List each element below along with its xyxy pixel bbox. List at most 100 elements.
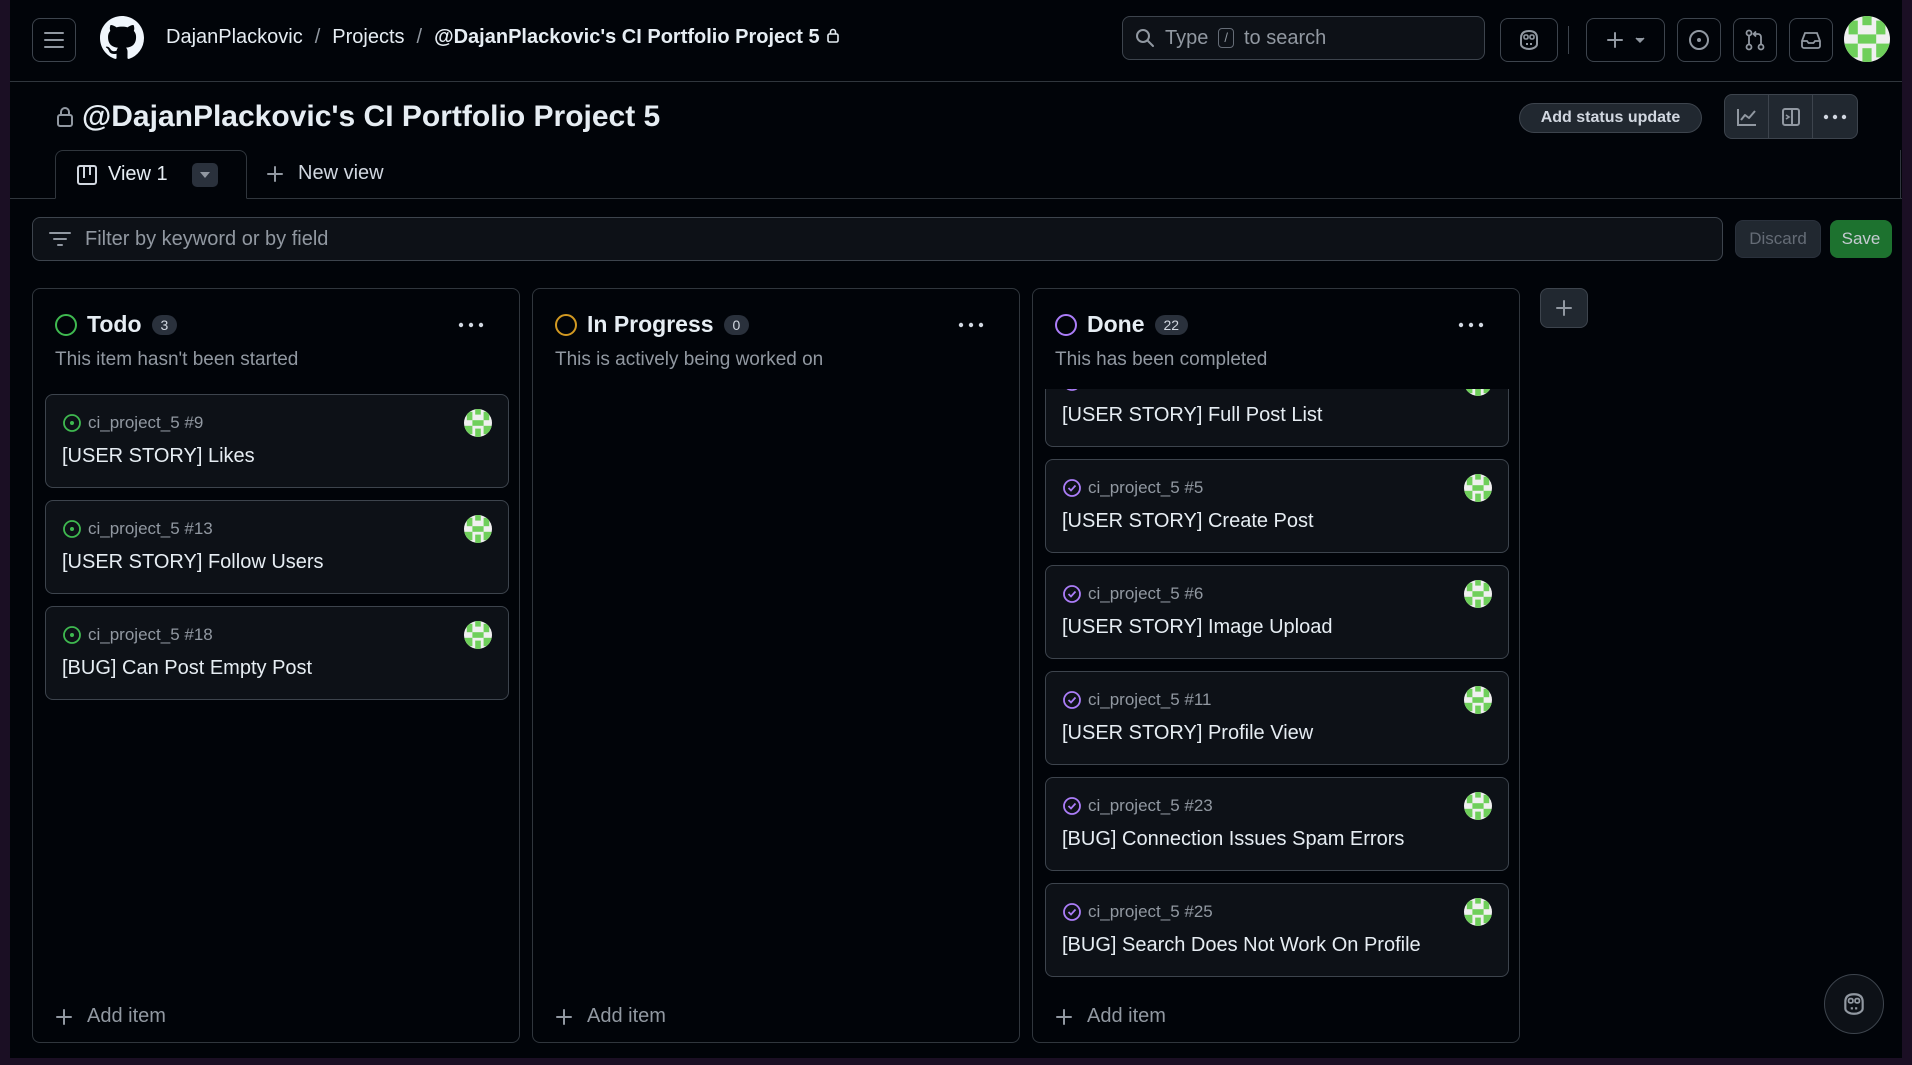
card-title[interactable]: [USER STORY] Create Post	[1062, 510, 1314, 533]
card-title[interactable]: [BUG] Search Does Not Work On Profile	[1062, 934, 1421, 957]
lock-icon	[57, 107, 73, 127]
column-todo: Todo 3 This item hasn't been started ci_…	[32, 288, 520, 1043]
issue-closed-icon	[1063, 903, 1081, 921]
issue-opened-icon	[63, 520, 81, 538]
breadcrumb-separator: /	[314, 26, 321, 48]
card-title[interactable]: [BUG] Connection Issues Spam Errors	[1062, 828, 1404, 851]
card-ref: ci_project_5 #18	[88, 625, 213, 644]
issue-closed-icon	[1063, 479, 1081, 497]
copilot-chat-button[interactable]	[1824, 974, 1884, 1034]
column-menu-button[interactable]	[453, 313, 489, 337]
column-title: Done 22	[1055, 311, 1189, 338]
pull-requests-button[interactable]	[1733, 18, 1777, 62]
card-title[interactable]: [USER STORY] Profile View	[1062, 722, 1313, 745]
item-card[interactable]: ci_project_5 #18 [BUG] Can Post Empty Po…	[45, 606, 509, 700]
create-new-button[interactable]	[1586, 18, 1665, 62]
item-card[interactable]: ci_project_5 #13 [USER STORY] Follow Use…	[45, 500, 509, 594]
status-ring-icon	[1055, 313, 1077, 336]
more-options-button[interactable]	[1813, 95, 1857, 138]
filter-icon	[49, 232, 71, 246]
add-status-update-button[interactable]: Add status update	[1519, 103, 1702, 133]
issue-closed-icon	[1066, 389, 1078, 391]
item-card[interactable]: [USER STORY] Full Post List	[1045, 389, 1509, 447]
assignee-avatar[interactable]	[1464, 474, 1492, 502]
insights-button[interactable]	[1725, 95, 1769, 138]
card-ref: ci_project_5 #23	[1088, 796, 1213, 815]
card-title[interactable]: [USER STORY] Follow Users	[62, 551, 324, 574]
assignee-avatar[interactable]	[464, 515, 492, 543]
user-avatar[interactable]	[1844, 16, 1890, 62]
identicon-avatar	[464, 409, 492, 437]
item-card[interactable]: ci_project_5 #6 [USER STORY] Image Uploa…	[1045, 565, 1509, 659]
card-meta: ci_project_5 #6	[1062, 584, 1203, 604]
tabs-divider	[10, 198, 1902, 199]
inbox-button[interactable]	[1789, 18, 1833, 62]
add-item-button[interactable]: Add item	[555, 1005, 666, 1028]
identicon-avatar	[1464, 389, 1492, 396]
assignee-avatar[interactable]	[464, 621, 492, 649]
assignee-avatar[interactable]	[1464, 580, 1492, 608]
search-shortcut-key: /	[1218, 28, 1234, 48]
filter-input[interactable]: Filter by keyword or by field	[32, 217, 1723, 261]
view-options-button[interactable]	[191, 162, 218, 187]
plus-icon	[267, 165, 283, 182]
card-meta: ci_project_5 #11	[1062, 690, 1212, 710]
side-panel-button[interactable]	[1769, 95, 1813, 138]
lock-icon	[826, 28, 839, 43]
card-title[interactable]: [BUG] Can Post Empty Post	[62, 657, 312, 680]
column-header: Done 22 This has been completed	[1033, 289, 1519, 389]
copilot-icon	[1844, 993, 1864, 1015]
status-ring-icon	[555, 313, 577, 336]
plus-icon	[1056, 1008, 1072, 1025]
column-name: In Progress	[587, 311, 714, 337]
breadcrumb-projects[interactable]: Projects	[332, 26, 404, 49]
global-header: DajanPlackovic / Projects / @DajanPlacko…	[10, 0, 1902, 82]
assignee-avatar[interactable]	[1464, 389, 1492, 396]
column-in-progress: In Progress 0 This is actively being wor…	[532, 288, 1020, 1043]
add-item-label: Add item	[87, 1005, 166, 1027]
item-card[interactable]: ci_project_5 #23 [BUG] Connection Issues…	[1045, 777, 1509, 871]
save-button[interactable]: Save	[1830, 220, 1892, 258]
issues-button[interactable]	[1677, 18, 1721, 62]
column-menu-button[interactable]	[1453, 313, 1489, 337]
add-item-button[interactable]: Add item	[1055, 1005, 1166, 1028]
column-description: This has been completed	[1055, 349, 1268, 370]
add-item-button[interactable]: Add item	[55, 1005, 166, 1028]
search-icon	[1136, 29, 1154, 47]
identicon-avatar	[464, 621, 492, 649]
add-column-button[interactable]	[1540, 288, 1588, 328]
card-ref: ci_project_5 #11	[1088, 690, 1212, 709]
column-done: Done 22 This has been completed [USER ST…	[1032, 288, 1520, 1043]
item-card[interactable]: ci_project_5 #25 [BUG] Search Does Not W…	[1045, 883, 1509, 977]
plus-icon	[1606, 32, 1623, 48]
breadcrumb-separator: /	[416, 26, 423, 48]
breadcrumb-project[interactable]: @DajanPlackovic's CI Portfolio Project 5	[434, 26, 840, 49]
new-view-button[interactable]: New view	[266, 162, 384, 185]
column-body	[533, 389, 1019, 979]
assignee-avatar[interactable]	[1464, 792, 1492, 820]
identicon-avatar	[464, 515, 492, 543]
search-input[interactable]: Type / to search	[1122, 16, 1485, 60]
column-body: ci_project_5 #9 [USER STORY] Likes ci_pr…	[33, 389, 519, 979]
column-count: 3	[151, 314, 178, 335]
column-menu-button[interactable]	[953, 313, 989, 337]
item-card[interactable]: ci_project_5 #5 [USER STORY] Create Post	[1045, 459, 1509, 553]
assignee-avatar[interactable]	[1464, 686, 1492, 714]
card-title[interactable]: [USER STORY] Full Post List	[1062, 404, 1322, 427]
breadcrumb-owner[interactable]: DajanPlackovic	[166, 26, 303, 49]
column-count: 22	[1154, 314, 1189, 335]
menu-button[interactable]	[32, 18, 76, 62]
issue-opened-icon	[63, 626, 81, 644]
plus-icon	[1556, 300, 1572, 316]
github-logo-icon[interactable]	[100, 16, 144, 60]
discard-button[interactable]: Discard	[1735, 220, 1821, 258]
card-title[interactable]: [USER STORY] Likes	[62, 445, 255, 468]
assignee-avatar[interactable]	[1464, 898, 1492, 926]
card-title[interactable]: [USER STORY] Image Upload	[1062, 616, 1333, 639]
assignee-avatar[interactable]	[464, 409, 492, 437]
app-frame: DajanPlackovic / Projects / @DajanPlacko…	[10, 0, 1902, 1058]
tab-view-1[interactable]: View 1	[55, 150, 247, 199]
copilot-button[interactable]	[1500, 18, 1558, 62]
item-card[interactable]: ci_project_5 #11 [USER STORY] Profile Vi…	[1045, 671, 1509, 765]
item-card[interactable]: ci_project_5 #9 [USER STORY] Likes	[45, 394, 509, 488]
